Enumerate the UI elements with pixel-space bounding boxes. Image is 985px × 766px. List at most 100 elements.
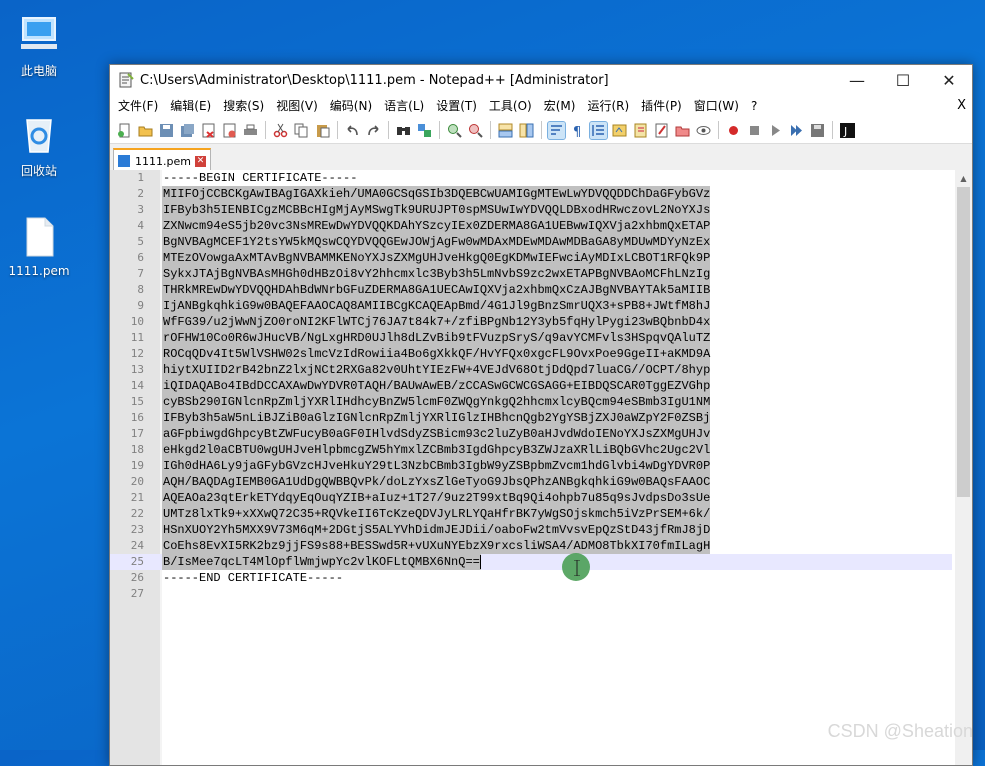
line-number: 13 bbox=[130, 363, 144, 376]
close-tab-icon[interactable]: ✕ bbox=[194, 155, 206, 167]
line-text: THRkMREwDwYDVQQHDAhBdWNrbGFuZDERMA8GA1UE… bbox=[162, 282, 711, 298]
save-macro-icon[interactable] bbox=[809, 122, 826, 139]
desktop-icon-this-pc[interactable]: 此电脑 bbox=[2, 12, 76, 79]
editor-line[interactable]: 8 THRkMREwDwYDVQQHDAhBdWNrbGFuZDERMA8GA1U… bbox=[110, 282, 952, 298]
line-text: cyBSb290IGNlcnRpZmljYXRlIHdhcyBnZW5lcmF0… bbox=[162, 394, 711, 410]
editor-line[interactable]: 15 cyBSb290IGNlcnRpZmljYXRlIHdhcyBnZW5lcm… bbox=[110, 394, 952, 410]
show-all-characters-icon[interactable]: ¶ bbox=[569, 122, 586, 139]
stop-macro-icon[interactable] bbox=[746, 122, 763, 139]
notepadpp-window: C:\Users\Administrator\Desktop\1111.pem … bbox=[109, 64, 973, 766]
scroll-up-icon[interactable]: ▲ bbox=[955, 170, 972, 187]
line-number: 19 bbox=[130, 459, 144, 472]
editor-line[interactable]: 10 WfFG39/u2jWwNjZO0roNI2KFlWTCj76JA7t84k… bbox=[110, 314, 952, 330]
menu-edit[interactable]: 编辑(E) bbox=[164, 95, 217, 117]
close-document-button[interactable]: X bbox=[957, 95, 966, 117]
maximize-button[interactable]: ☐ bbox=[880, 65, 926, 95]
cut-icon[interactable] bbox=[272, 122, 289, 139]
menu-run[interactable]: 运行(R) bbox=[581, 95, 635, 117]
desktop-icon-recycle-bin[interactable]: 回收站 bbox=[2, 112, 76, 179]
editor-line[interactable]: 26 -----END CERTIFICATE----- bbox=[110, 570, 952, 586]
editor-line[interactable]: 9 IjANBgkqhkiG9w0BAQEFAAOCAQ8AMIIBCgKCAQE… bbox=[110, 298, 952, 314]
editor-line[interactable]: 3 IFByb3h5IENBICgzMCBBcHIgMjAyMSwgTk9URUJ… bbox=[110, 202, 952, 218]
line-text: IGh0dHA6Ly9jaGFybGVzcHJveHkuY29tL3NzbCBm… bbox=[162, 458, 711, 474]
editor-line[interactable]: 11 rOFHW10Co0R6wJHucVB/NgLxgHRD0UJlh8dLZv… bbox=[110, 330, 952, 346]
menu-search[interactable]: 搜索(S) bbox=[217, 95, 270, 117]
print-icon[interactable] bbox=[242, 122, 259, 139]
vertical-scrollbar[interactable]: ▲ bbox=[955, 170, 972, 765]
run-macro-multiple-icon[interactable] bbox=[788, 122, 805, 139]
new-file-icon[interactable] bbox=[116, 122, 133, 139]
menu-settings[interactable]: 设置(T) bbox=[430, 95, 483, 117]
menu-encoding[interactable]: 编码(N) bbox=[324, 95, 378, 117]
replace-icon[interactable] bbox=[416, 122, 433, 139]
redo-icon[interactable] bbox=[365, 122, 382, 139]
editor-line[interactable]: 23 HSnXUOY2Yh5MXX9V73M6qM+2DGtjS5ALYVhDid… bbox=[110, 522, 952, 538]
plugin-j-icon[interactable]: J bbox=[839, 122, 856, 139]
editor-line[interactable]: 25 B/IsMee7qcLT4MlOpflWmjwpYc2vlKOFLtQMBX… bbox=[110, 554, 952, 570]
editor-line[interactable]: 19 IGh0dHA6Ly9jaGFybGVzcHJveHkuY29tL3NzbC… bbox=[110, 458, 952, 474]
watermark: CSDN @Sheation bbox=[827, 721, 973, 741]
editor-line[interactable]: 4 ZXNwcm94eS5jb20vc3NsMREwDwYDVQQKDAhYSzc… bbox=[110, 218, 952, 234]
sync-vertical-icon[interactable] bbox=[497, 122, 514, 139]
zoom-in-icon[interactable] bbox=[446, 122, 463, 139]
indent-guide-icon[interactable] bbox=[589, 120, 608, 140]
editor-line[interactable]: 1 -----BEGIN CERTIFICATE----- bbox=[110, 170, 952, 186]
find-icon[interactable] bbox=[395, 122, 412, 139]
menu-view[interactable]: 视图(V) bbox=[270, 95, 324, 117]
sync-horizontal-icon[interactable] bbox=[518, 122, 535, 139]
minimize-button[interactable]: — bbox=[834, 65, 880, 95]
tab-1111-pem[interactable]: 1111.pem ✕ bbox=[113, 148, 211, 172]
desktop-icon-file[interactable]: 1111.pem bbox=[2, 214, 76, 278]
undo-icon[interactable] bbox=[344, 122, 361, 139]
editor-line[interactable]: 16 IFByb3h5aW5nLiBJZiB0aGlzIGNlcnRpZmljYX… bbox=[110, 410, 952, 426]
doc-map-icon[interactable] bbox=[632, 122, 649, 139]
line-number: 21 bbox=[130, 491, 144, 504]
menu-help[interactable]: ? bbox=[745, 95, 763, 117]
editor-line[interactable]: 21 AQEAOa23qtErkETYdqyEqOuqYZIB+aIuz+1T27… bbox=[110, 490, 952, 506]
menu-tools[interactable]: 工具(O) bbox=[483, 95, 538, 117]
close-file-icon[interactable] bbox=[200, 122, 217, 139]
editor-line[interactable]: 5 BgNVBAgMCEF1Y2tsYW5kMQswCQYDVQQGEwJOWjA… bbox=[110, 234, 952, 250]
define-language-icon[interactable] bbox=[611, 122, 628, 139]
close-all-icon[interactable] bbox=[221, 122, 238, 139]
paste-icon[interactable] bbox=[314, 122, 331, 139]
menu-language[interactable]: 语言(L) bbox=[378, 95, 430, 117]
scrollbar-thumb[interactable] bbox=[957, 187, 970, 497]
folder-as-workspace-icon[interactable] bbox=[674, 122, 691, 139]
editor-line[interactable]: 18 eHkgd2l0aCBTU0wgUHJveHlpbmcgZW5hYmxlZC… bbox=[110, 442, 952, 458]
menu-window[interactable]: 窗口(W) bbox=[688, 95, 745, 117]
menu-plugins[interactable]: 插件(P) bbox=[635, 95, 688, 117]
text-editor[interactable]: 1 -----BEGIN CERTIFICATE----- 2 MIIFOjCCBCK… bbox=[110, 170, 972, 765]
copy-icon[interactable] bbox=[293, 122, 310, 139]
line-number: 8 bbox=[137, 283, 144, 296]
line-text: BgNVBAgMCEF1Y2tsYW5kMQswCQYDVQQGEwJOWjAg… bbox=[162, 234, 711, 250]
close-button[interactable]: ✕ bbox=[926, 65, 972, 95]
record-macro-icon[interactable] bbox=[725, 122, 742, 139]
editor-line[interactable]: 12 ROCqQDv4It5WlVSHW02slmcVzIdRowiia4Bo6g… bbox=[110, 346, 952, 362]
editor-line[interactable]: 22 UMTz8lxTk9+xXXwQ72C35+RQVkeII6TcKzeQDV… bbox=[110, 506, 952, 522]
line-number: 15 bbox=[130, 395, 144, 408]
editor-line[interactable]: 13 hiytXUIID2rB42bnZ2lxjNCt2RXGa82v0UhtYI… bbox=[110, 362, 952, 378]
line-number: 18 bbox=[130, 443, 144, 456]
file-icon bbox=[17, 214, 61, 258]
editor-line[interactable]: 24 CoEhs8EvXI5RK2bz9jjFS9s88+BESSwd5R+vUX… bbox=[110, 538, 952, 554]
play-macro-icon[interactable] bbox=[767, 122, 784, 139]
title-bar[interactable]: C:\Users\Administrator\Desktop\1111.pem … bbox=[110, 65, 972, 95]
editor-line[interactable]: 17 aGFpbiwgdGhpcyBtZWFucyB0aGF0IHlvdSdyZS… bbox=[110, 426, 952, 442]
save-all-icon[interactable] bbox=[179, 122, 196, 139]
editor-line[interactable]: 20 AQH/BAQDAgIEMB0GA1UdDgQWBBQvPk/doLzYxs… bbox=[110, 474, 952, 490]
menu-macro[interactable]: 宏(M) bbox=[538, 95, 582, 117]
editor-line[interactable]: 6 MTEzOVowgaAxMTAvBgNVBAMMKENoYXJsZXMgUHJ… bbox=[110, 250, 952, 266]
zoom-out-icon[interactable] bbox=[467, 122, 484, 139]
save-icon[interactable] bbox=[158, 122, 175, 139]
open-file-icon[interactable] bbox=[137, 122, 154, 139]
monitoring-icon[interactable] bbox=[695, 122, 712, 139]
editor-line[interactable]: 27 bbox=[110, 586, 952, 602]
menu-file[interactable]: 文件(F) bbox=[112, 95, 164, 117]
function-list-icon[interactable] bbox=[653, 122, 670, 139]
editor-line[interactable]: 14 iQIDAQABo4IBdDCCAXAwDwYDVR0TAQH/BAUwAw… bbox=[110, 378, 952, 394]
editor-line[interactable]: 7 SykxJTAjBgNVBAsMHGh0dHBzOi8vY2hhcmxlc3B… bbox=[110, 266, 952, 282]
editor-line[interactable]: 2 MIIFOjCCBCKgAwIBAgIGAXkieh/UMA0GCSqGSIb… bbox=[110, 186, 952, 202]
word-wrap-icon[interactable] bbox=[547, 120, 566, 140]
toolbar-separator bbox=[718, 121, 719, 139]
